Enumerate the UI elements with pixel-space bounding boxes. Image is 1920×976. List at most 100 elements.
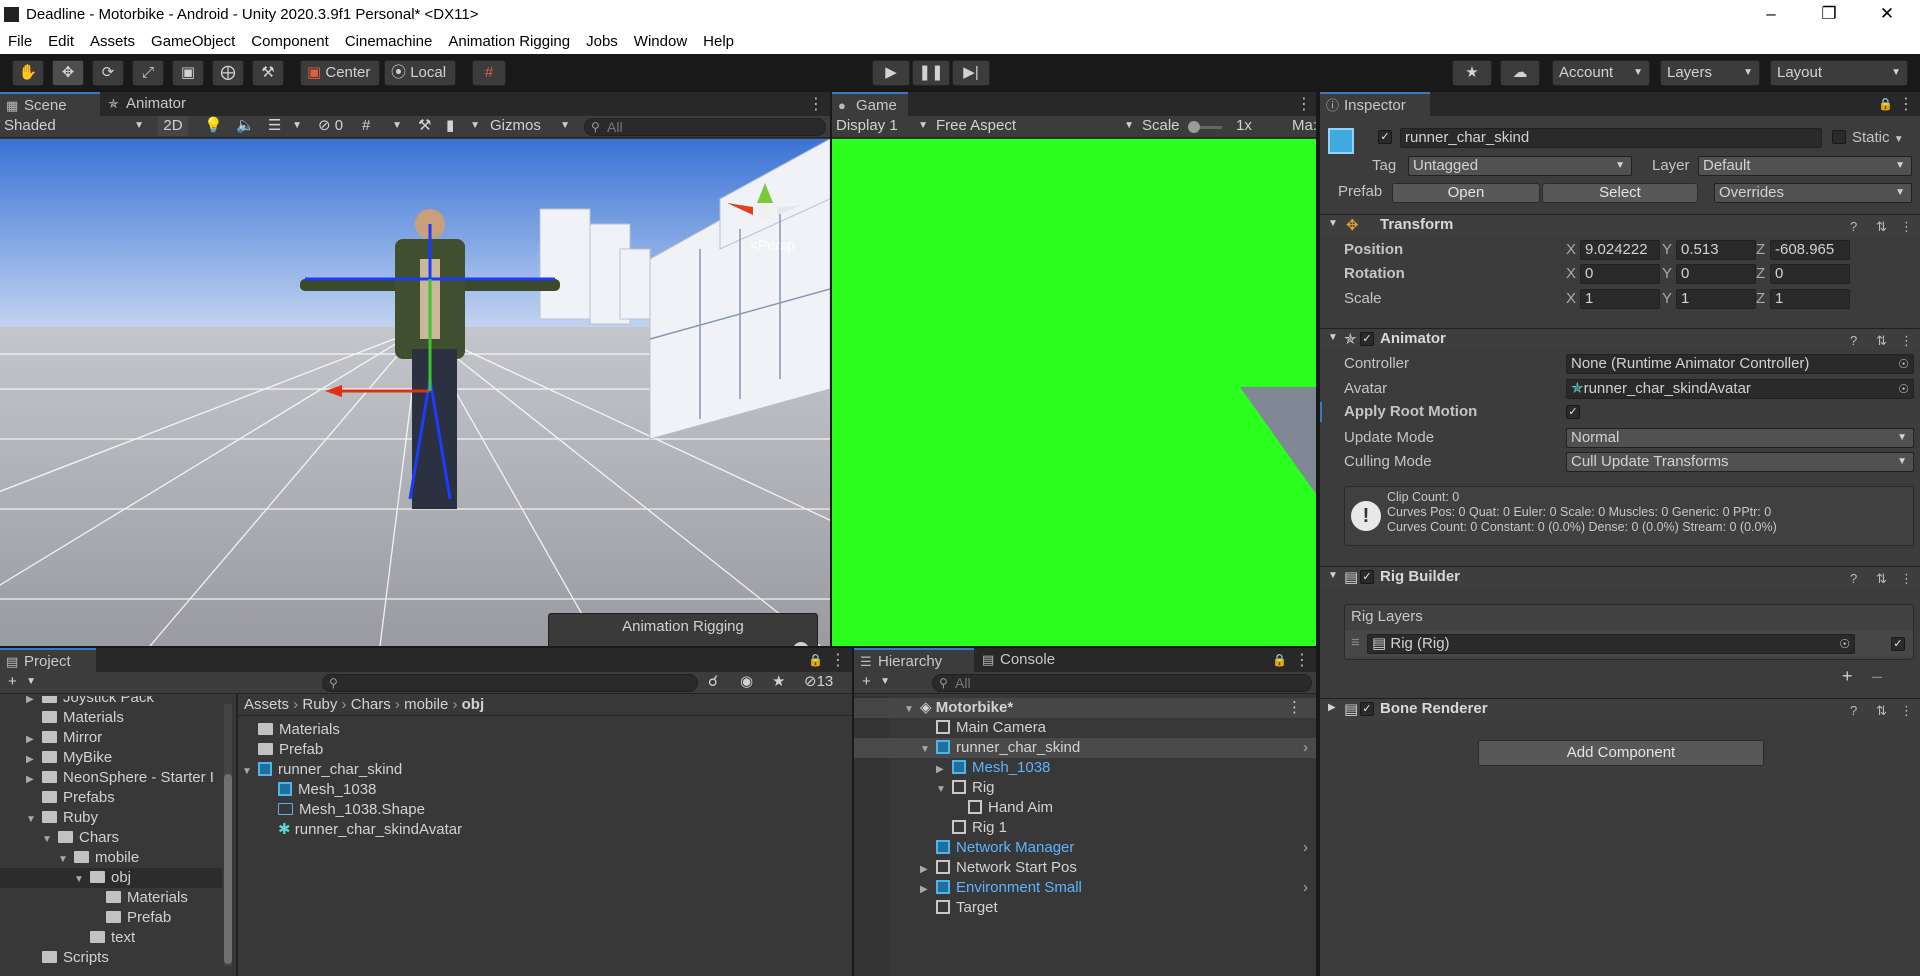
axis-x-label[interactable]: X [1566,289,1576,309]
chevron-down-icon[interactable]: ▼ [74,870,86,885]
remove-rig-layer-button[interactable]: – [1872,666,1882,687]
axis-y-label[interactable]: Y [1662,240,1672,260]
project-menu-icon[interactable]: ⋮ [830,650,846,670]
bone-renderer-enabled-checkbox[interactable]: ✓ [1360,702,1374,716]
menu-gameobject[interactable]: GameObject [143,30,243,50]
open-prefab-chevron-icon[interactable]: › [1303,738,1308,758]
minimize-button[interactable]: – [1742,0,1800,30]
transform-tool-button[interactable]: ⨁ [212,60,244,86]
hidden-objects-toggle[interactable]: ⊘ 0 [318,116,354,136]
project-tree-item[interactable]: ▶ Mirror [26,728,102,748]
project-tree-item[interactable]: Materials [90,888,188,908]
hierarchy-item[interactable]: ▼ Rig [854,778,1316,798]
hand-tool-button[interactable]: ✋ [12,60,44,86]
add-circle-icon[interactable]: + [793,642,809,646]
maximize-toggle[interactable]: Ma: [1292,116,1316,136]
chevron-right-icon[interactable]: ▶ [920,860,932,875]
scene-menu-icon[interactable]: ⋮ [808,94,824,114]
layers-dropdown[interactable]: Layers ▼ [1660,60,1760,86]
menu-window[interactable]: Window [626,30,695,50]
tab-scene[interactable]: ▦ Scene [0,92,100,116]
cloud-button[interactable]: ☁ [1500,60,1540,86]
help-icon[interactable]: ? [1850,219,1857,234]
audio-toggle[interactable]: 🔈 [236,116,255,136]
menu-file[interactable]: File [0,30,40,50]
axis-y-label[interactable]: Y [1662,289,1672,309]
project-tree-item[interactable]: ▼ Ruby [26,808,98,828]
restore-button[interactable]: ❐ [1800,0,1858,30]
breadcrumb-item[interactable]: Chars [351,696,391,713]
project-tree-item[interactable]: Scripts [26,948,109,968]
chevron-right-icon[interactable]: ▶ [26,770,38,785]
update-mode-dropdown[interactable]: Normal ▼ [1566,428,1914,448]
presets-icon[interactable]: ⇅ [1876,333,1887,349]
project-tree-item[interactable]: Materials [26,708,124,728]
axis-z-label[interactable]: Z [1756,240,1765,260]
hierarchy-item[interactable]: Main Camera [854,718,1316,738]
hierarchy-menu-icon[interactable]: ⋮ [1294,650,1310,670]
favorites-button[interactable]: ★ [772,672,790,692]
breadcrumb-item[interactable]: obj [462,696,485,713]
project-file-item[interactable]: Mesh_1038 [278,780,376,800]
culling-mode-dropdown[interactable]: Cull Update Transforms ▼ [1566,452,1914,472]
custom-tool-button[interactable]: ⚒ [252,60,284,86]
step-button[interactable]: ▶| [952,60,990,86]
camera-dropdown[interactable]: ▮ ▼ [446,116,482,136]
pos-x-field[interactable]: 9.024222 [1580,240,1660,260]
axis-z-label[interactable]: Z [1756,289,1765,309]
add-component-button[interactable]: Add Component [1478,740,1764,766]
overlay-item[interactable]: runner_char_skind [559,644,683,646]
animator-enabled-checkbox[interactable]: ✓ [1360,332,1374,346]
game-viewport[interactable] [832,139,1316,646]
pivot-center-button[interactable]: ▣ Center [300,60,380,86]
menu-help[interactable]: Help [695,30,742,50]
help-icon[interactable]: ? [1850,571,1857,586]
chevron-down-icon[interactable]: ▼ [936,780,948,795]
axis-x-label[interactable]: X [1566,264,1576,284]
static-dropdown[interactable]: Static ▼ [1852,128,1904,150]
presets-icon[interactable]: ⇅ [1876,571,1887,587]
hidden-packages-toggle[interactable]: ⊘13 [804,672,846,692]
object-active-checkbox[interactable]: ✓ [1378,130,1392,144]
scl-z-field[interactable]: 1 [1770,289,1850,309]
chevron-down-icon[interactable]: ▼ [26,810,38,825]
chevron-down-icon[interactable]: ▼ [58,850,70,865]
rotate-tool-button[interactable]: ⟳ [92,60,124,86]
grid-dropdown[interactable]: # ▼ [362,116,404,136]
chevron-right-icon[interactable]: ▶ [920,880,932,895]
tab-game[interactable]: ● Game [832,92,908,116]
project-file-item[interactable]: ▼ runner_char_skind [242,760,402,780]
component-menu-icon[interactable]: ⋮ [1900,703,1913,719]
pivot-local-button[interactable]: ⦿ Local [384,60,456,86]
rig-active-checkbox[interactable]: ✓ [1891,637,1905,651]
layout-dropdown[interactable]: Layout ▼ [1770,60,1908,86]
close-button[interactable]: ✕ [1858,0,1916,30]
component-menu-icon[interactable]: ⋮ [1900,219,1913,235]
hierarchy-item[interactable]: ▶ Network Start Pos [854,858,1316,878]
layer-dropdown[interactable]: Default ▼ [1698,156,1912,176]
create-dropdown[interactable]: + ▼ [862,672,892,692]
menu-assets[interactable]: Assets [82,30,143,50]
hierarchy-search-input[interactable]: ⚲ All [932,674,1312,692]
breadcrumb-item[interactable]: Ruby [302,696,337,713]
menu-animation-rigging[interactable]: Animation Rigging [440,30,578,50]
scale-tool-button[interactable]: ⤢ [132,60,164,86]
chevron-down-icon[interactable]: ▼ [242,762,254,777]
hierarchy-item[interactable]: Network Manager › [854,838,1316,858]
chevron-down-icon[interactable]: ▼ [920,740,932,755]
drag-handle-icon[interactable]: ≡ [1351,634,1360,651]
avatar-field[interactable]: ✯runner_char_skindAvatar ☉ [1566,379,1914,399]
tree-scrollbar[interactable] [224,704,232,966]
chevron-right-icon[interactable]: ▶ [26,750,38,765]
prefab-select-button[interactable]: Select [1542,183,1698,203]
2d-toggle[interactable]: 2D [158,116,188,136]
axis-z-label[interactable]: Z [1756,264,1765,284]
hierarchy-item[interactable]: Rig 1 [854,818,1316,838]
menu-edit[interactable]: Edit [40,30,82,50]
project-tree-item[interactable]: ▶ MyBike [26,748,112,768]
chevron-right-icon[interactable]: ▶ [936,760,948,775]
move-tool-button[interactable]: ✥ [52,60,84,86]
tag-dropdown[interactable]: Untagged ▼ [1408,156,1632,176]
project-file-item[interactable]: Prefab [258,740,323,760]
scale-slider[interactable] [1188,121,1222,133]
